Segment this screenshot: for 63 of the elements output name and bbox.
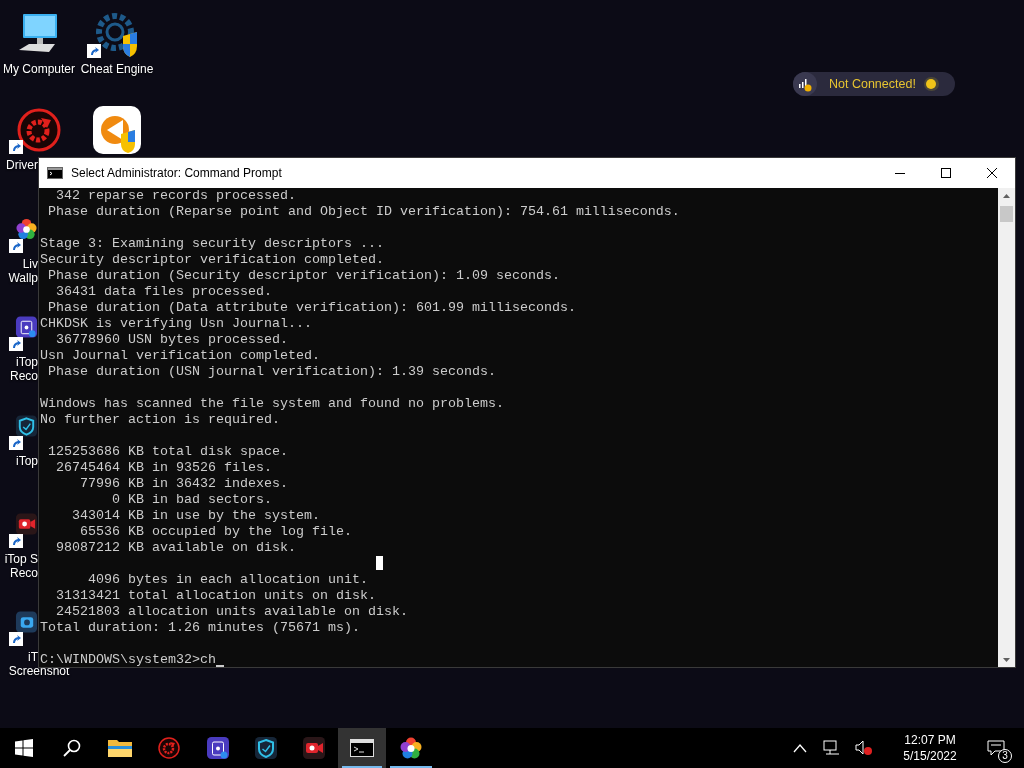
console-line: Stage 3: Examining security descriptors ... (40, 236, 384, 252)
text-cursor (215, 665, 224, 667)
console-line: 342 reparse records processed. (55, 188, 296, 204)
icon-label: Screenshot (8, 664, 70, 678)
close-icon (987, 168, 997, 178)
console-line: 343014 KB in use by the system. (71, 508, 320, 524)
console-line: Phase duration (USN journal verification): 1.39 seconds. (47, 364, 496, 380)
recorder-icon (206, 736, 230, 760)
console-line: No further action is required. (40, 412, 280, 428)
gauge-icon (157, 736, 181, 760)
icon-label: Cheat Engine (80, 62, 154, 76)
console-line: 125253686 KB total disk space. (47, 444, 288, 460)
color-wheel-icon (399, 736, 423, 760)
console-line: Security descriptor verification completed. (40, 252, 384, 268)
console-line: 36431 data files processed. (55, 284, 272, 300)
console-line: 77996 KB in 36432 indexes. (79, 476, 288, 492)
console-line: 24521803 allocation units available on disk. (55, 604, 408, 620)
maximize-icon (941, 168, 951, 178)
taskbar-app-button[interactable] (338, 728, 386, 768)
console-line: Phase duration (Reparse point and Object ID verification): 754.61 milliseconds. (47, 204, 680, 220)
icon-label: Liv (22, 257, 38, 271)
console-line: 26745464 KB in 93526 files. (55, 460, 272, 476)
window-title: Select Administrator: Command Prompt (71, 165, 282, 182)
console-line: 98087212 KB available on disk. (55, 540, 296, 556)
icon-label: My Computer (3, 62, 75, 76)
console-line: Usn Journal verification completed. (40, 348, 320, 364)
clock-time: 12:07 PM (904, 732, 956, 748)
console-line: CHKDSK is verifying Usn Journal... (40, 316, 312, 332)
console-icon (47, 167, 63, 179)
icon-label: iTop S (4, 552, 38, 566)
notification-count: 3 (998, 749, 1012, 763)
console-line: Phase duration (Security descriptor verification): 1.09 seconds. (47, 268, 560, 284)
console-line: 36778960 USN bytes processed. (55, 332, 288, 348)
console-line: Windows has scanned the file system and found no problems. (40, 396, 504, 412)
scrollbar[interactable] (998, 188, 1015, 667)
console-icon (350, 739, 374, 757)
clock-date: 5/15/2022 (903, 748, 957, 764)
clock[interactable]: 12:07 PM 5/15/2022 (892, 728, 968, 768)
command-prompt: C:\WINDOWS\system32> (40, 652, 200, 667)
search-icon (63, 739, 81, 757)
console-line: 65536 KB occupied by the log file. (79, 524, 352, 540)
console-line: Total duration: 1.26 minutes (75671 ms). (40, 620, 360, 636)
icon-label: Reco (10, 566, 38, 580)
wifi-warning-icon (793, 72, 817, 96)
icon-label: iTop (16, 454, 38, 468)
mouse-cursor (376, 556, 383, 570)
icon-label: iT (28, 650, 38, 664)
icon-label: Reco (10, 369, 38, 383)
console-line: 31313421 total allocation units on disk. (55, 588, 376, 604)
console-line: 0 KB in bad sectors. (110, 492, 272, 508)
toggle-switch[interactable] (923, 77, 939, 91)
command-input[interactable]: ch (199, 652, 216, 668)
console-line: Phase duration (Data attribute verification): 601.99 milliseconds. (47, 300, 576, 316)
console-line: 4096 bytes in each allocation unit. (87, 572, 368, 588)
icon-label: Wallp (8, 271, 38, 285)
icon-label: iTop (16, 355, 38, 369)
folder-icon (108, 738, 132, 758)
video-camera-icon (302, 736, 326, 760)
windows-logo-icon (15, 739, 33, 757)
status-text: Not Connected! (829, 75, 916, 93)
vpn-shield-icon (254, 736, 278, 760)
icon-label: Driver (6, 158, 38, 172)
notification-button[interactable]: 3 (976, 728, 1016, 768)
